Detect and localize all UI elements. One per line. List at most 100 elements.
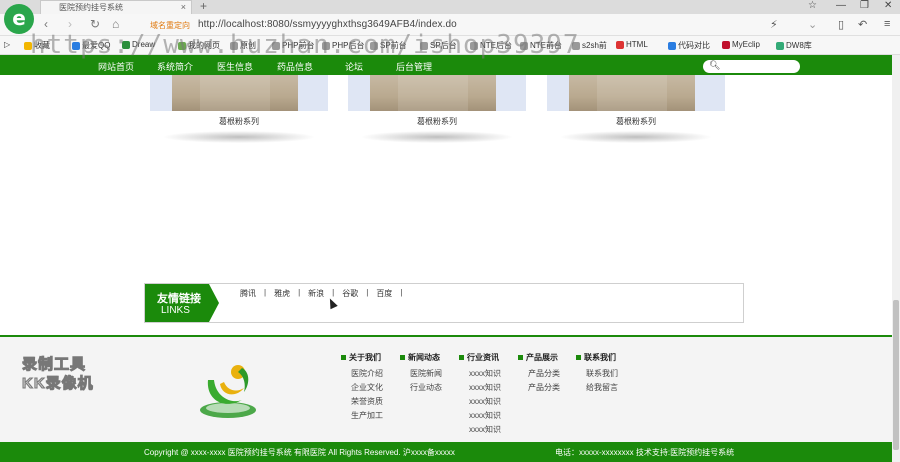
footer-link[interactable]: xxxx知识 xyxy=(459,367,501,381)
close-window-icon[interactable]: ✕ xyxy=(884,0,892,11)
product-card[interactable]: 葛根粉系列 xyxy=(348,75,526,147)
browser-logo-icon: e xyxy=(4,4,34,34)
footer-link[interactable]: 产品分类 xyxy=(518,381,560,395)
html-icon xyxy=(616,40,624,49)
star-icon xyxy=(24,41,32,50)
tab-title: 医院预约挂号系统 xyxy=(59,3,123,12)
bookmark-item[interactable]: NTE后台 xyxy=(470,40,512,51)
forward-icon[interactable]: › xyxy=(68,17,72,31)
bookmark-item[interactable]: SP前台 xyxy=(370,40,407,51)
footer-column-news: 新闻动态 医院新闻 行业动态 xyxy=(400,352,442,395)
bookmark-item[interactable]: 收藏 xyxy=(24,40,50,51)
copyright-text: Copyright @ xxxx-xxxx 医院预约挂号系统 有限医院 All … xyxy=(144,448,455,457)
reload-icon[interactable]: ↻ xyxy=(90,17,100,31)
nav-home[interactable]: 网站首页 xyxy=(98,60,134,73)
footer-link[interactable]: 企业文化 xyxy=(341,381,383,395)
bookmark-item[interactable]: HTML xyxy=(616,40,648,49)
friend-links-title: 友情链接 xyxy=(157,293,201,305)
bookmark-item[interactable]: s2sh前 xyxy=(572,40,607,51)
tab-bar: 医院预约挂号系统 × + ☆ — ❐ ✕ xyxy=(0,0,900,14)
bookmark-item[interactable]: MyEclip xyxy=(722,40,760,49)
page-icon xyxy=(572,41,580,50)
nav-admin[interactable]: 后台管理 xyxy=(396,60,432,73)
friend-link[interactable]: 百度 xyxy=(376,288,400,299)
home-icon[interactable]: ⌂ xyxy=(112,17,119,31)
footer-link[interactable]: xxxx知识 xyxy=(459,409,501,423)
bookmark-item[interactable]: NTE前台 xyxy=(520,40,562,51)
bookmark-item[interactable]: Dreaw xyxy=(122,40,155,49)
product-card[interactable]: 葛根粉系列 xyxy=(150,75,328,147)
browser-tab[interactable]: 医院预约挂号系统 × xyxy=(40,0,192,14)
product-label[interactable]: 葛根粉系列 xyxy=(150,116,328,127)
product-card[interactable]: 葛根粉系列 xyxy=(547,75,725,147)
card-shadow xyxy=(561,131,711,143)
site-search-input[interactable]: 🔍︎ xyxy=(703,60,800,73)
reader-icon[interactable]: ▯ xyxy=(838,18,844,31)
undo-icon[interactable]: ↶ xyxy=(858,18,867,31)
bookmarks-toggle-icon[interactable]: ▷ xyxy=(4,40,10,49)
footer-link[interactable]: xxxx知识 xyxy=(459,381,501,395)
footer-link[interactable]: 生产加工 xyxy=(341,409,383,423)
nav-forum[interactable]: 论坛 xyxy=(345,60,363,73)
footer-link[interactable]: 产品分类 xyxy=(518,367,560,381)
minimize-icon[interactable]: — xyxy=(836,0,846,11)
browser-navbar: ‹ › ↻ ⌂ 域名重定向 http://localhost:8080/ssmy… xyxy=(0,14,900,36)
footer-link[interactable]: 联系我们 xyxy=(576,367,618,381)
bookmark-item[interactable]: 最爱QQ xyxy=(72,40,110,51)
dw-icon xyxy=(776,41,784,50)
address-badge: 域名重定向 xyxy=(150,21,190,30)
dreamweaver-icon xyxy=(122,40,130,49)
nav-medicine[interactable]: 药品信息 xyxy=(277,60,313,73)
tab-close-icon[interactable]: × xyxy=(181,2,186,12)
footer-column-industry: 行业资讯 xxxx知识 xxxx知识 xxxx知识 xxxx知识 xxxx知识 xyxy=(459,352,501,437)
bookmark-item[interactable]: PHP后台 xyxy=(322,40,364,51)
bookmark-item[interactable]: 原创 xyxy=(230,40,256,51)
new-tab-icon[interactable]: + xyxy=(200,0,207,13)
footer-link[interactable]: 医院新闻 xyxy=(400,367,442,381)
footer-link[interactable]: 荣誉资质 xyxy=(341,395,383,409)
lightning-icon[interactable]: ⚡ xyxy=(770,18,778,31)
bookmarks-bar: ▷ 收藏 最爱QQ Dreaw 我的网页 原创 PHP前台 PHP后台 SP前台… xyxy=(0,36,900,55)
bullet-square-icon xyxy=(400,355,405,360)
hospital-logo-icon xyxy=(200,365,256,418)
site-nav: 网站首页 系统简介 医生信息 药品信息 论坛 后台管理 🔍︎ xyxy=(0,55,892,75)
link-separator: | xyxy=(366,288,369,297)
product-label[interactable]: 葛根粉系列 xyxy=(547,116,725,127)
back-icon[interactable]: ‹ xyxy=(44,17,48,31)
bullet-square-icon xyxy=(459,355,464,360)
copyright-bar: Copyright @ xxxx-xxxx 医院预约挂号系统 有限医院 All … xyxy=(0,442,892,462)
friend-links-tag: 友情链接 LINKS xyxy=(145,284,219,322)
address-bar[interactable]: http://localhost:8080/ssmyyyyghxthsg3649… xyxy=(198,19,457,30)
bookmark-star-icon[interactable]: ☆ xyxy=(808,0,817,11)
link-separator: | xyxy=(264,288,267,297)
bookmark-item[interactable]: 代码对比 xyxy=(668,40,710,51)
friend-link[interactable]: 腾讯 xyxy=(240,288,264,299)
page-icon xyxy=(420,41,428,50)
bookmark-item[interactable]: 我的网页 xyxy=(178,40,220,51)
recorder-watermark: 录制工具 KK录像机 xyxy=(22,356,94,393)
contact-text: 电话：xxxxx-xxxxxxxx 技术支持:医院预约挂号系统 xyxy=(555,448,735,457)
friend-link[interactable]: 谷歌 xyxy=(342,288,366,299)
bookmark-item[interactable]: PHP前台 xyxy=(272,40,314,51)
dropdown-icon[interactable]: ⌄ xyxy=(808,18,817,31)
product-label[interactable]: 葛根粉系列 xyxy=(348,116,526,127)
bookmark-item[interactable]: DW8库 xyxy=(776,40,812,51)
friend-links-title-en: LINKS xyxy=(161,305,190,316)
scrollbar-thumb[interactable] xyxy=(893,300,899,450)
footer xyxy=(0,337,892,442)
friend-link[interactable]: 雅虎 xyxy=(274,288,298,299)
nav-intro[interactable]: 系统简介 xyxy=(157,60,193,73)
footer-link[interactable]: xxxx知识 xyxy=(459,395,501,409)
footer-link[interactable]: xxxx知识 xyxy=(459,423,501,437)
restore-icon[interactable]: ❐ xyxy=(860,0,869,11)
friend-link[interactable]: 新浪 xyxy=(308,288,332,299)
product-image xyxy=(348,75,526,111)
nav-doctors[interactable]: 医生信息 xyxy=(217,60,253,73)
search-icon[interactable]: 🔍︎ xyxy=(709,60,720,71)
footer-link[interactable]: 行业动态 xyxy=(400,381,442,395)
bookmark-item[interactable]: SP后台 xyxy=(420,40,457,51)
menu-icon[interactable]: ≡ xyxy=(884,18,890,30)
footer-link[interactable]: 医院介绍 xyxy=(341,367,383,381)
footer-link[interactable]: 给我留言 xyxy=(576,381,618,395)
page-icon xyxy=(520,41,528,50)
